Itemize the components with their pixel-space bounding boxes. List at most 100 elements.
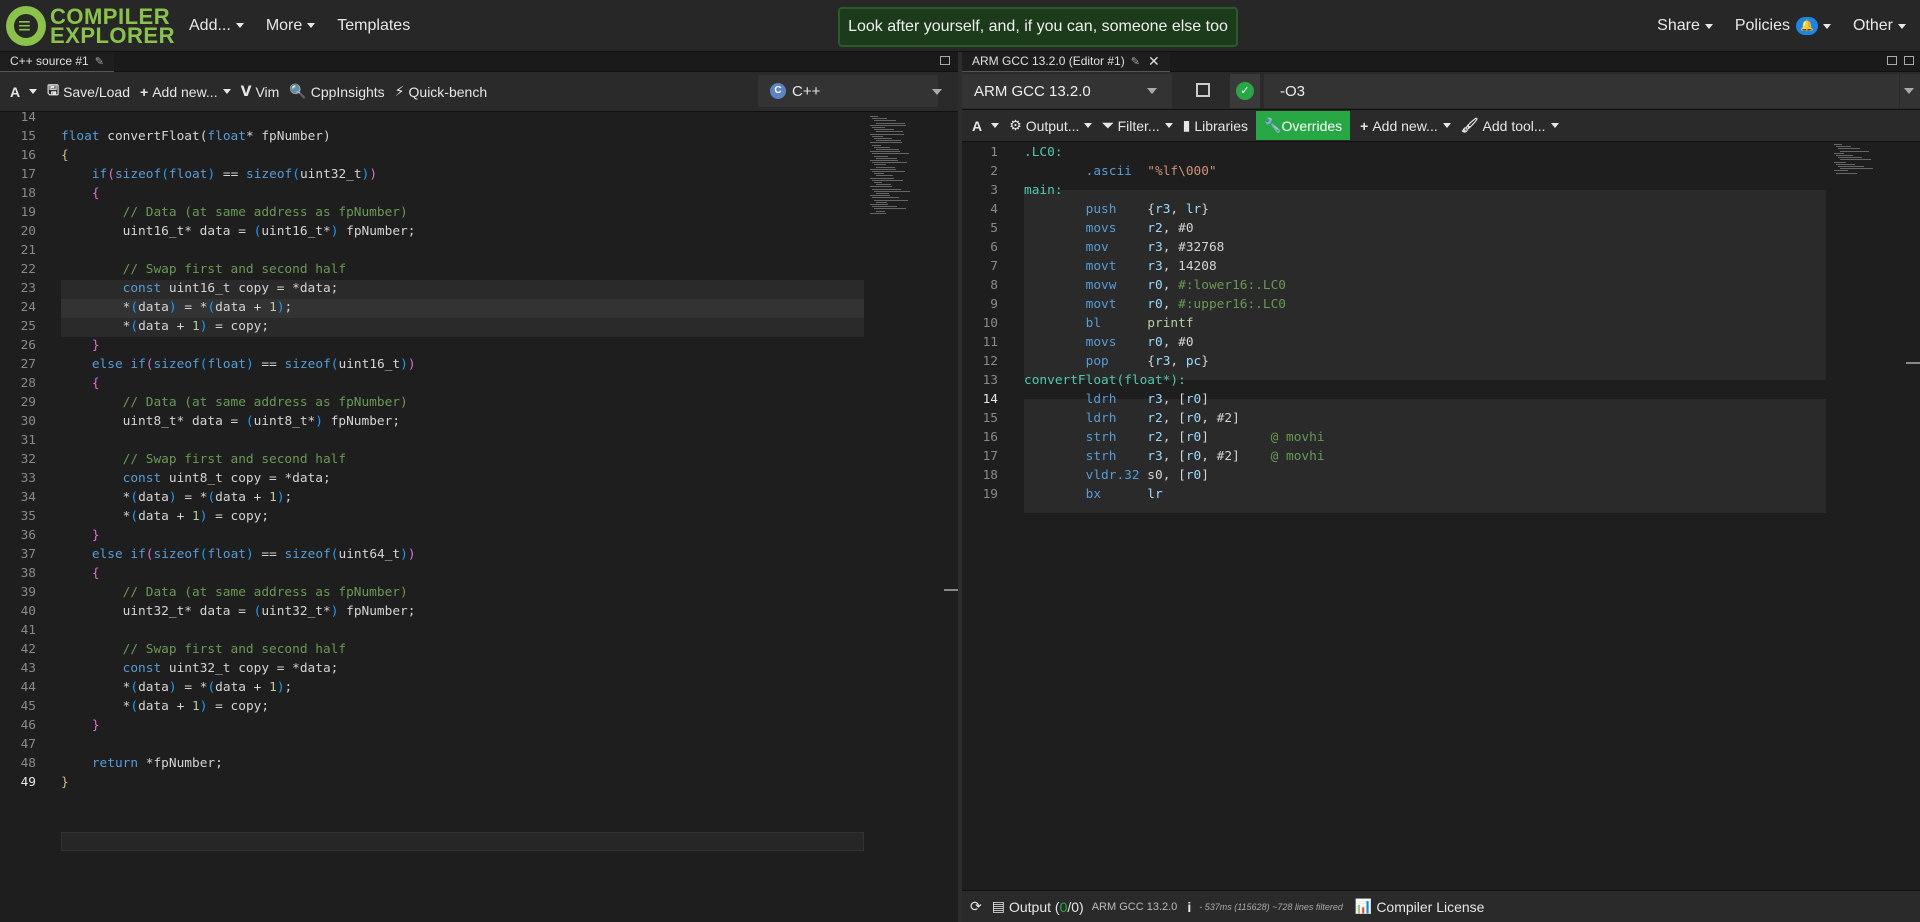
filter-menu-label: Filter...	[1117, 117, 1160, 134]
close-icon[interactable]: ✕	[1148, 53, 1160, 70]
font-icon: A	[10, 83, 21, 100]
compiler-options-row: ARM GCC 13.2.0 ✓ -O3	[962, 72, 1920, 110]
quickbench-button[interactable]: ⚡ Quick-bench	[395, 83, 487, 100]
add-menu[interactable]: Add...	[189, 17, 244, 35]
code-text: // Data (at same address as fpNumber)	[122, 585, 408, 600]
compiler-options-input[interactable]: -O3	[1264, 74, 1899, 108]
line-number: 31	[20, 433, 36, 448]
minimap-line	[872, 118, 887, 120]
minimap-line	[872, 127, 885, 128]
minimap-line	[874, 120, 896, 122]
minimap-line	[870, 186, 892, 188]
output-button[interactable]: ▤ Output (0/0)	[992, 898, 1084, 915]
policies-menu[interactable]: Policies 🔔	[1735, 17, 1831, 35]
cppinsights-button[interactable]: 🔍 CppInsights	[289, 83, 384, 100]
share-menu[interactable]: Share	[1657, 17, 1713, 35]
options-dropdown[interactable]	[1900, 74, 1920, 108]
quickbench-icon: ⚡	[394, 83, 405, 99]
maximize-icon[interactable]	[940, 56, 950, 65]
line-number: 46	[20, 718, 36, 733]
code-text: .LC0:	[1024, 145, 1063, 160]
compiler-statusbar: ⟳ ▤ Output (0/0) ARM GCC 13.2.0 i - 537m…	[962, 890, 1920, 922]
compiler-license-button[interactable]: 📊 Compiler License	[1355, 898, 1485, 915]
pencil-icon[interactable]: ✎	[1131, 55, 1140, 68]
code-text: *(data) = *(data + 1);	[61, 680, 293, 695]
output-doc-icon: ▤	[991, 898, 1005, 914]
font-size-button[interactable]: A	[972, 118, 1000, 134]
code-text: movs r0, #0	[1085, 335, 1194, 350]
bell-icon: 🔔	[1795, 17, 1818, 35]
output-err-count: 0	[1071, 898, 1080, 915]
minimap-line	[870, 168, 896, 170]
line-number: 17	[982, 449, 998, 464]
minimap-line	[870, 195, 890, 197]
source-code-line: 25 *(data + 1) = copy;	[0, 317, 864, 336]
more-menu[interactable]: More	[266, 17, 316, 35]
filter-menu[interactable]: ⏷ Filter...	[1102, 117, 1173, 134]
assembly-line: 13 convertFloat(float*):	[962, 371, 1826, 390]
code-text: float convertFloat(float* fpNumber)	[61, 129, 331, 144]
compiler-name: ARM GCC 13.2.0	[974, 82, 1091, 100]
assembly-output-editor[interactable]: 1 .LC0: 2 .ascii "%lf\000" 3 main: 4 push {r3…	[962, 142, 1920, 882]
minimap-line	[876, 131, 903, 133]
assembly-minimap[interactable]	[1834, 144, 1894, 174]
source-code-line: 49}	[0, 773, 864, 792]
tool-icon: 🖌	[1460, 117, 1479, 133]
code-text: else if(sizeof(float) == sizeof(uint16_t…	[91, 357, 416, 372]
assembly-line: 4 push {r3, lr}	[962, 200, 1826, 219]
minimap-line	[876, 166, 895, 168]
minimap-line	[874, 182, 882, 183]
info-icon[interactable]: i	[1187, 899, 1191, 915]
output-menu[interactable]: ⚙ Output...	[1009, 117, 1093, 134]
source-code-line: 15 float convertFloat(float* fpNumber)	[0, 127, 864, 146]
save-load-button[interactable]: 🖫 Save/Load	[47, 80, 130, 104]
compile-status[interactable]: ✓	[1230, 74, 1260, 108]
motd-banner: Look after yourself, and, if you can, so…	[838, 7, 1238, 47]
pencil-icon[interactable]: ✎	[95, 55, 104, 68]
popout-icon[interactable]	[1904, 56, 1914, 65]
line-number: 24	[20, 300, 36, 315]
line-number: 23	[20, 281, 36, 296]
source-code-editor[interactable]: 14 15 float convertFloat(float* fpNumber) 1…	[0, 110, 958, 922]
compiler-select[interactable]: ARM GCC 13.2.0	[962, 74, 1172, 108]
minimap-line	[876, 184, 891, 186]
language-select[interactable]: C C++	[758, 75, 942, 107]
overrides-button[interactable]: 🔧 Overrides	[1256, 111, 1351, 140]
minimap-line	[1834, 170, 1848, 172]
line-number: 40	[20, 604, 36, 619]
compiler-panel: ARM GCC 13.2.0 (Editor #1) ✎ ✕ ARM GCC 1…	[962, 51, 1920, 922]
other-menu[interactable]: Other	[1853, 17, 1906, 35]
line-number: 44	[20, 680, 36, 695]
code-text: }	[91, 528, 100, 543]
font-size-button[interactable]: A	[10, 83, 38, 100]
caret-down-icon	[1084, 123, 1093, 128]
add-new-button[interactable]: + Add new...	[1360, 118, 1451, 134]
code-text: }	[91, 338, 100, 353]
output-label: Output (	[1008, 898, 1060, 915]
source-code-line: 46 }	[0, 716, 864, 735]
templates-link[interactable]: Templates	[337, 17, 410, 35]
code-text: mov r3, #32768	[1085, 240, 1225, 255]
compiler-tab[interactable]: ARM GCC 13.2.0 (Editor #1) ✎ ✕	[962, 51, 1170, 72]
source-tab[interactable]: C++ source #1 ✎	[0, 51, 114, 72]
minimap-line	[874, 146, 890, 148]
assembly-line: 19 bx lr	[962, 485, 1826, 504]
active-line-highlight	[61, 832, 864, 851]
open-in-new-icon[interactable]	[1196, 83, 1210, 97]
source-minimap[interactable]	[870, 116, 910, 226]
scrollbar-marker[interactable]	[944, 589, 958, 591]
source-code-line: 14	[0, 108, 864, 127]
line-number: 3	[990, 183, 998, 198]
scrollbar-marker[interactable]	[1906, 362, 1920, 364]
recompile-icon[interactable]: ⟳	[970, 898, 982, 915]
maximize-icon[interactable]	[1887, 56, 1897, 65]
add-tool-button[interactable]: 🖌 Add tool...	[1461, 117, 1559, 134]
line-number: 9	[990, 297, 998, 312]
add-new-button[interactable]: + Add new...	[140, 84, 231, 100]
vim-button[interactable]: ᐯ Vim	[241, 83, 280, 100]
line-number: 6	[990, 240, 998, 255]
line-number: 2	[990, 164, 998, 179]
caret-down-icon	[991, 123, 1000, 128]
libraries-button[interactable]: ▮ Libraries	[1183, 117, 1248, 134]
compiler-explorer-logo[interactable]: COMPILER EXPLORER	[0, 0, 175, 52]
